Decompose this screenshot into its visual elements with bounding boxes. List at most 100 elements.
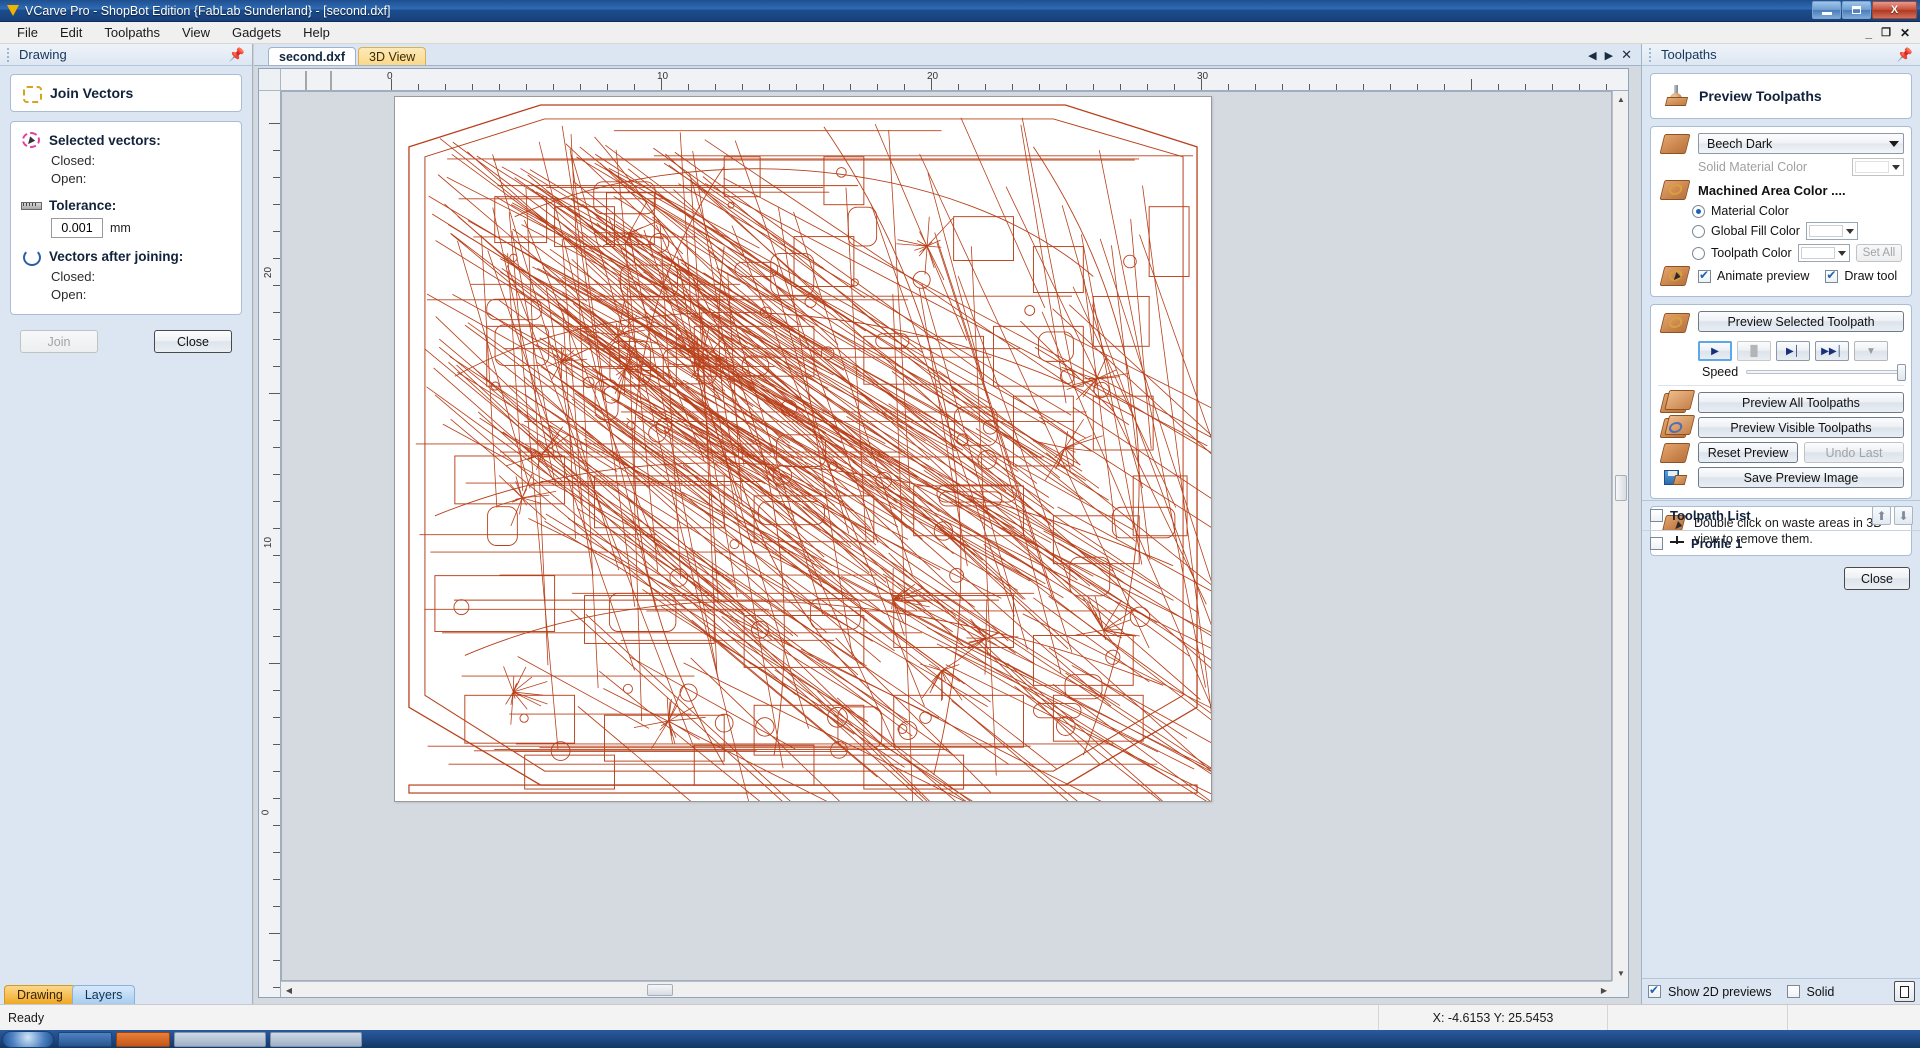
left-panel-title: Drawing (19, 47, 67, 62)
arrow-down-icon[interactable]: ⬇ (1894, 506, 1913, 525)
radio-material-color-row[interactable]: Material Color (1692, 204, 1904, 218)
horizontal-scroll-thumb[interactable] (647, 984, 673, 996)
reset-icon-cell (1658, 442, 1692, 463)
join-button[interactable]: Join (20, 330, 98, 354)
selected-vectors-heading: Selected vectors: (49, 132, 161, 148)
animate-preview-checkbox[interactable] (1698, 268, 1711, 283)
mdi-window-controls: _ ❐ ✕ (1865, 26, 1920, 40)
vertical-scrollbar[interactable]: ▲ ▼ (1612, 91, 1628, 981)
reset-undo-row: Reset Preview Undo Last (1658, 442, 1904, 463)
radio-global-fill-color[interactable] (1692, 224, 1705, 238)
animate-icon-cell (1658, 266, 1692, 286)
scroll-right-arrow-icon[interactable]: ▶ (1597, 983, 1611, 997)
close-preview-button[interactable]: Close (1844, 567, 1910, 590)
radio-global-fill-color-row[interactable]: Global Fill Color (1692, 222, 1904, 240)
mdi-minimize-button[interactable]: _ (1865, 26, 1872, 40)
machined-area-heading: Machined Area Color .... (1698, 182, 1846, 198)
pin-icon[interactable]: 📌 (229, 47, 245, 63)
after-open-label: Open: (51, 286, 87, 302)
set-all-button[interactable]: Set All (1855, 244, 1903, 262)
toolpath-list-item-profile-1[interactable]: Profile 1 (1642, 531, 1920, 556)
mdi-restore-button[interactable]: ❐ (1881, 26, 1891, 39)
draw-tool-checkbox[interactable] (1825, 268, 1839, 283)
material-icon-cell (1658, 133, 1692, 154)
close-join-button[interactable]: Close (154, 330, 232, 354)
material-select[interactable]: Beech Dark (1698, 133, 1904, 154)
menu-file[interactable]: File (6, 22, 49, 43)
global-fill-color-picker[interactable] (1805, 222, 1858, 240)
radio-global-fill-color-label: Global Fill Color (1711, 224, 1800, 238)
preview-selected-icon-cell (1658, 311, 1692, 333)
pause-button[interactable]: ▐▌ (1737, 341, 1771, 361)
scroll-up-arrow-icon[interactable]: ▲ (1614, 92, 1628, 106)
play-button[interactable]: ▶ (1698, 341, 1732, 361)
document-tab-second-dxf[interactable]: second.dxf (268, 47, 356, 65)
menu-toolpaths[interactable]: Toolpaths (93, 22, 171, 43)
close-icon[interactable]: ✕ (1621, 47, 1632, 63)
preview-all-toolpaths-button[interactable]: Preview All Toolpaths (1698, 392, 1904, 413)
speed-slider-thumb[interactable] (1897, 364, 1906, 381)
vector-artwork (408, 104, 1211, 801)
fast-forward-button[interactable]: ▶▶│ (1815, 341, 1849, 361)
scroll-down-arrow-icon[interactable]: ▼ (1614, 966, 1628, 980)
toolpath-list-checkbox[interactable] (1650, 509, 1663, 522)
taskbar-item-3[interactable] (174, 1031, 266, 1047)
maximize-button[interactable] (1842, 1, 1871, 19)
list-view-icon[interactable] (1894, 981, 1915, 1002)
show-2d-previews-checkbox[interactable] (1648, 983, 1661, 998)
solid-checkbox[interactable] (1786, 985, 1800, 998)
preview-selected-toolpath-button[interactable]: Preview Selected Toolpath (1698, 311, 1904, 332)
toolpath-color-picker[interactable] (1797, 244, 1850, 262)
ruler-corner (259, 69, 281, 91)
machined-area-heading-row: Machined Area Color .... (1658, 180, 1904, 200)
arrow-up-icon[interactable]: ⬆ (1872, 506, 1891, 525)
tolerance-input[interactable] (51, 218, 103, 239)
start-button[interactable] (2, 1030, 54, 1048)
mdi-close-button[interactable]: ✕ (1900, 26, 1910, 40)
material-icon (1659, 133, 1691, 154)
right-panel-footer: Show 2D previews Solid (1642, 978, 1920, 1004)
preview-visible-icon-cell (1658, 417, 1692, 438)
preview-toolpaths-icon (1664, 85, 1690, 107)
taskbar-item-1[interactable] (58, 1031, 112, 1047)
menu-edit[interactable]: Edit (49, 22, 93, 43)
reset-preview-button[interactable]: Reset Preview (1698, 442, 1798, 463)
chevron-right-icon[interactable]: ▶ (1605, 49, 1613, 62)
solid-material-color-label: Solid Material Color (1698, 160, 1808, 174)
to-end-button[interactable]: ▼ (1854, 341, 1888, 361)
save-preview-image-button[interactable]: Save Preview Image (1698, 467, 1904, 488)
step-button[interactable]: ▶│ (1776, 341, 1810, 361)
taskbar-item-4[interactable] (270, 1031, 362, 1047)
pin-icon-right[interactable]: 📌 (1897, 47, 1913, 63)
undo-last-button[interactable]: Undo Last (1804, 442, 1904, 463)
drawing-canvas[interactable] (281, 91, 1612, 981)
h-ruler-label-30: 30 (1197, 71, 1209, 82)
minimize-button[interactable] (1812, 1, 1841, 19)
taskbar-item-2[interactable] (116, 1031, 170, 1047)
left-tab-drawing[interactable]: Drawing (4, 985, 76, 1004)
radio-material-color[interactable] (1692, 204, 1705, 218)
horizontal-scrollbar[interactable]: ◀ ▶ (281, 981, 1612, 997)
preview-visible-toolpaths-button[interactable]: Preview Visible Toolpaths (1698, 417, 1904, 438)
chevron-left-icon[interactable]: ◀ (1588, 49, 1596, 62)
chevron-down-icon-toolpath (1837, 250, 1846, 256)
toolpath-list-header: Toolpath List ⬆ ⬇ (1642, 500, 1920, 531)
left-tab-layers[interactable]: Layers (71, 985, 136, 1004)
toolpath-list-title: Toolpath List (1670, 508, 1751, 523)
vertical-scroll-thumb[interactable] (1615, 475, 1627, 501)
toolpath-item-checkbox[interactable] (1650, 537, 1663, 550)
radio-toolpath-color[interactable] (1692, 246, 1705, 260)
document-tab-3d-view[interactable]: 3D View (358, 47, 427, 65)
menu-help[interactable]: Help (292, 22, 341, 43)
material-sheet[interactable] (394, 96, 1212, 802)
speed-slider[interactable] (1746, 364, 1906, 381)
ruler-icon (21, 196, 42, 214)
menu-gadgets[interactable]: Gadgets (221, 22, 292, 43)
close-button[interactable]: X (1872, 1, 1917, 19)
scroll-left-arrow-icon[interactable]: ◀ (282, 983, 296, 997)
menu-view[interactable]: View (171, 22, 221, 43)
save-preview-row: Save Preview Image (1658, 467, 1904, 488)
right-panel-header: Toolpaths 📌 (1642, 44, 1920, 66)
radio-toolpath-color-row[interactable]: Toolpath Color Set All (1692, 244, 1904, 262)
solid-material-color-row: Solid Material Color (1658, 158, 1904, 176)
